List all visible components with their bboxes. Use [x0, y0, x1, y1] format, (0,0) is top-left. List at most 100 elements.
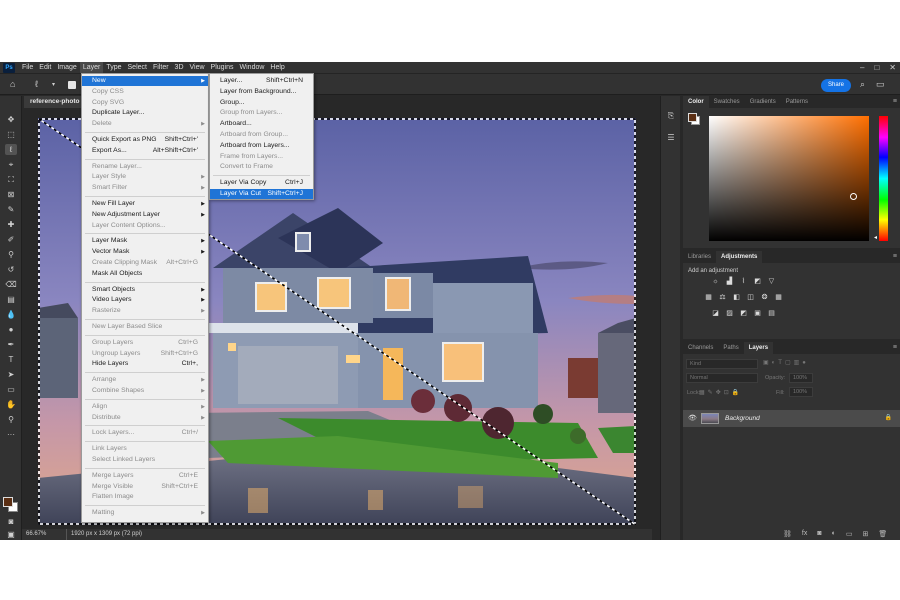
eye-icon[interactable]: 👁 — [688, 414, 697, 422]
menu-type[interactable]: Type — [103, 62, 124, 73]
panel-menu-icon[interactable]: ≡ — [893, 342, 897, 354]
tab-adjustments[interactable]: Adjustments — [716, 251, 763, 263]
path-select-tool-icon[interactable]: ➤ — [5, 369, 17, 380]
adjustment-layer-icon[interactable]: ◐ — [832, 530, 836, 538]
dodge-tool-icon[interactable]: ● — [5, 324, 17, 335]
posterize-icon[interactable]: ▨ — [725, 310, 734, 318]
menu-item-convert-to-frame[interactable]: Convert to Frame — [210, 162, 313, 172]
menu-item-flatten-image[interactable]: Flatten Image — [82, 492, 208, 502]
black-white-icon[interactable]: ◧ — [732, 294, 741, 302]
menu-item-new-layer-based-slice[interactable]: New Layer Based Slice — [82, 322, 208, 332]
tab-channels[interactable]: Channels — [683, 342, 718, 354]
threshold-icon[interactable]: ◩ — [739, 310, 748, 318]
marquee-tool-icon[interactable]: ⬚ — [5, 129, 17, 140]
close-icon[interactable]: ✕ — [889, 62, 896, 73]
fx-icon[interactable]: fx — [802, 530, 807, 538]
menu-select[interactable]: Select — [125, 62, 150, 73]
menu-item-layer-style[interactable]: Layer Style ▶ — [82, 172, 208, 182]
panel-menu-icon[interactable]: ≡ — [893, 96, 897, 108]
crop-tool-icon[interactable]: ⛶ — [5, 174, 17, 185]
menu-item-export-as[interactable]: Export As... Alt+Shift+Ctrl+' — [82, 146, 208, 156]
new-selection-icon[interactable] — [68, 81, 76, 89]
screen-mode-icon[interactable]: ▣ — [5, 529, 17, 540]
menu-item-merge-layers[interactable]: Merge Layers Ctrl+E — [82, 471, 208, 481]
menu-item-group[interactable]: Group... — [210, 98, 313, 108]
object-select-tool-icon[interactable]: ⌖ — [5, 159, 17, 170]
document-tab[interactable]: reference-photo — [24, 96, 86, 108]
menu-item-delete[interactable]: Delete ▶ — [82, 119, 208, 129]
tab-paths[interactable]: Paths — [718, 342, 743, 354]
menu-item-new[interactable]: New ▶ — [82, 76, 208, 86]
eyedropper-tool-icon[interactable]: ✎ — [5, 204, 17, 215]
quick-mask-icon[interactable]: ◙ — [5, 516, 17, 527]
menu-item-video-layers[interactable]: Video Layers ▶ — [82, 295, 208, 305]
menu-item-lock-layers[interactable]: Lock Layers... Ctrl+/ — [82, 428, 208, 438]
hue-slider[interactable] — [879, 116, 888, 241]
menu-item-vector-mask[interactable]: Vector Mask ▶ — [82, 247, 208, 257]
menu-layer[interactable]: Layer — [79, 62, 104, 73]
selective-color-icon[interactable]: ▣ — [753, 310, 762, 318]
menu-image[interactable]: Image — [54, 62, 79, 73]
tab-color[interactable]: Color — [683, 96, 709, 108]
workspace-icon[interactable]: ▭ — [876, 79, 885, 90]
menu-item-group-layers[interactable]: Group Layers Ctrl+G — [82, 338, 208, 348]
menu-item-smart-objects[interactable]: Smart Objects ▶ — [82, 285, 208, 295]
menu-item-smart-filter[interactable]: Smart Filter ▶ — [82, 183, 208, 193]
trash-icon[interactable]: 🗑 — [878, 530, 887, 538]
opacity-field[interactable]: 100% — [789, 373, 813, 383]
healing-brush-tool-icon[interactable]: ✚ — [5, 219, 17, 230]
menu-item-layer-content-options[interactable]: Layer Content Options... — [82, 221, 208, 231]
vibrance-icon[interactable]: ▽ — [767, 278, 776, 286]
menu-item-ungroup-layers[interactable]: Ungroup Layers Shift+Ctrl+G — [82, 349, 208, 359]
color-balance-icon[interactable]: ⚖ — [718, 294, 727, 302]
tab-libraries[interactable]: Libraries — [683, 251, 716, 263]
lasso-tool-icon[interactable]: ℓ — [5, 144, 17, 155]
menu-item-artboard-from-layers[interactable]: Artboard from Layers... — [210, 141, 313, 151]
menu-item-layer-via-copy[interactable]: Layer Via Copy Ctrl+J — [210, 178, 313, 188]
menu-item-copy-svg[interactable]: Copy SVG — [82, 98, 208, 108]
history-panel-icon[interactable]: ⎘ — [665, 110, 677, 121]
blend-mode-select[interactable]: Normal — [686, 373, 758, 383]
layer-row-background[interactable]: 👁 Background 🔒 — [683, 410, 900, 427]
menu-item-link-layers[interactable]: Link Layers — [82, 444, 208, 454]
exposure-icon[interactable]: ◩ — [753, 278, 762, 286]
share-button[interactable]: Share — [821, 79, 851, 92]
mask-icon[interactable]: ◙ — [817, 530, 821, 538]
tab-layers[interactable]: Layers — [743, 342, 774, 354]
more-tools-icon[interactable]: ··· — [5, 429, 17, 440]
menu-edit[interactable]: Edit — [36, 62, 54, 73]
menu-item-create-clipping-mask[interactable]: Create Clipping Mask Alt+Ctrl+G — [82, 258, 208, 268]
menu-item-layer-from-background[interactable]: Layer from Background... — [210, 87, 313, 97]
levels-icon[interactable]: ▟ — [725, 278, 734, 286]
menu-item-frame-from-layers[interactable]: Frame from Layers... — [210, 152, 313, 162]
brightness-icon[interactable]: ☼ — [711, 278, 720, 286]
rectangle-tool-icon[interactable]: ▭ — [5, 384, 17, 395]
menu-item-arrange[interactable]: Arrange ▶ — [82, 375, 208, 385]
menu-help[interactable]: Help — [267, 62, 287, 73]
properties-panel-icon[interactable]: ☰ — [665, 132, 677, 143]
layer-kind-filter[interactable]: Kind — [686, 359, 758, 369]
menu-view[interactable]: View — [187, 62, 208, 73]
eraser-tool-icon[interactable]: ⌫ — [5, 279, 17, 290]
menu-item-new-fill-layer[interactable]: New Fill Layer ▶ — [82, 199, 208, 209]
menu-filter[interactable]: Filter — [150, 62, 172, 73]
menu-item-layer-mask[interactable]: Layer Mask ▶ — [82, 236, 208, 246]
menu-item-merge-visible[interactable]: Merge Visible Shift+Ctrl+E — [82, 482, 208, 492]
minimize-icon[interactable]: – — [860, 62, 864, 73]
channel-mixer-icon[interactable]: ❂ — [760, 294, 769, 302]
menu-3d[interactable]: 3D — [172, 62, 187, 73]
menu-item-matting[interactable]: Matting ▶ — [82, 508, 208, 518]
menu-plugins[interactable]: Plugins — [208, 62, 237, 73]
gradient-tool-icon[interactable]: ▤ — [5, 294, 17, 305]
zoom-tool-icon[interactable]: ⚲ — [5, 414, 17, 425]
menu-item-new-adjustment-layer[interactable]: New Adjustment Layer ▶ — [82, 210, 208, 220]
maximize-icon[interactable]: □ — [874, 62, 879, 73]
menu-item-artboard[interactable]: Artboard... — [210, 119, 313, 129]
menu-item-rename-layer[interactable]: Rename Layer... — [82, 162, 208, 172]
document-info[interactable]: 1920 px x 1309 px (72 ppi) — [66, 529, 142, 540]
search-icon[interactable]: ⌕ — [860, 79, 865, 90]
menu-item-combine-shapes[interactable]: Combine Shapes ▶ — [82, 386, 208, 396]
blur-tool-icon[interactable]: 💧 — [5, 309, 17, 320]
home-icon[interactable]: ⌂ — [10, 79, 15, 89]
lock-icon[interactable]: 🔒 — [885, 414, 892, 421]
